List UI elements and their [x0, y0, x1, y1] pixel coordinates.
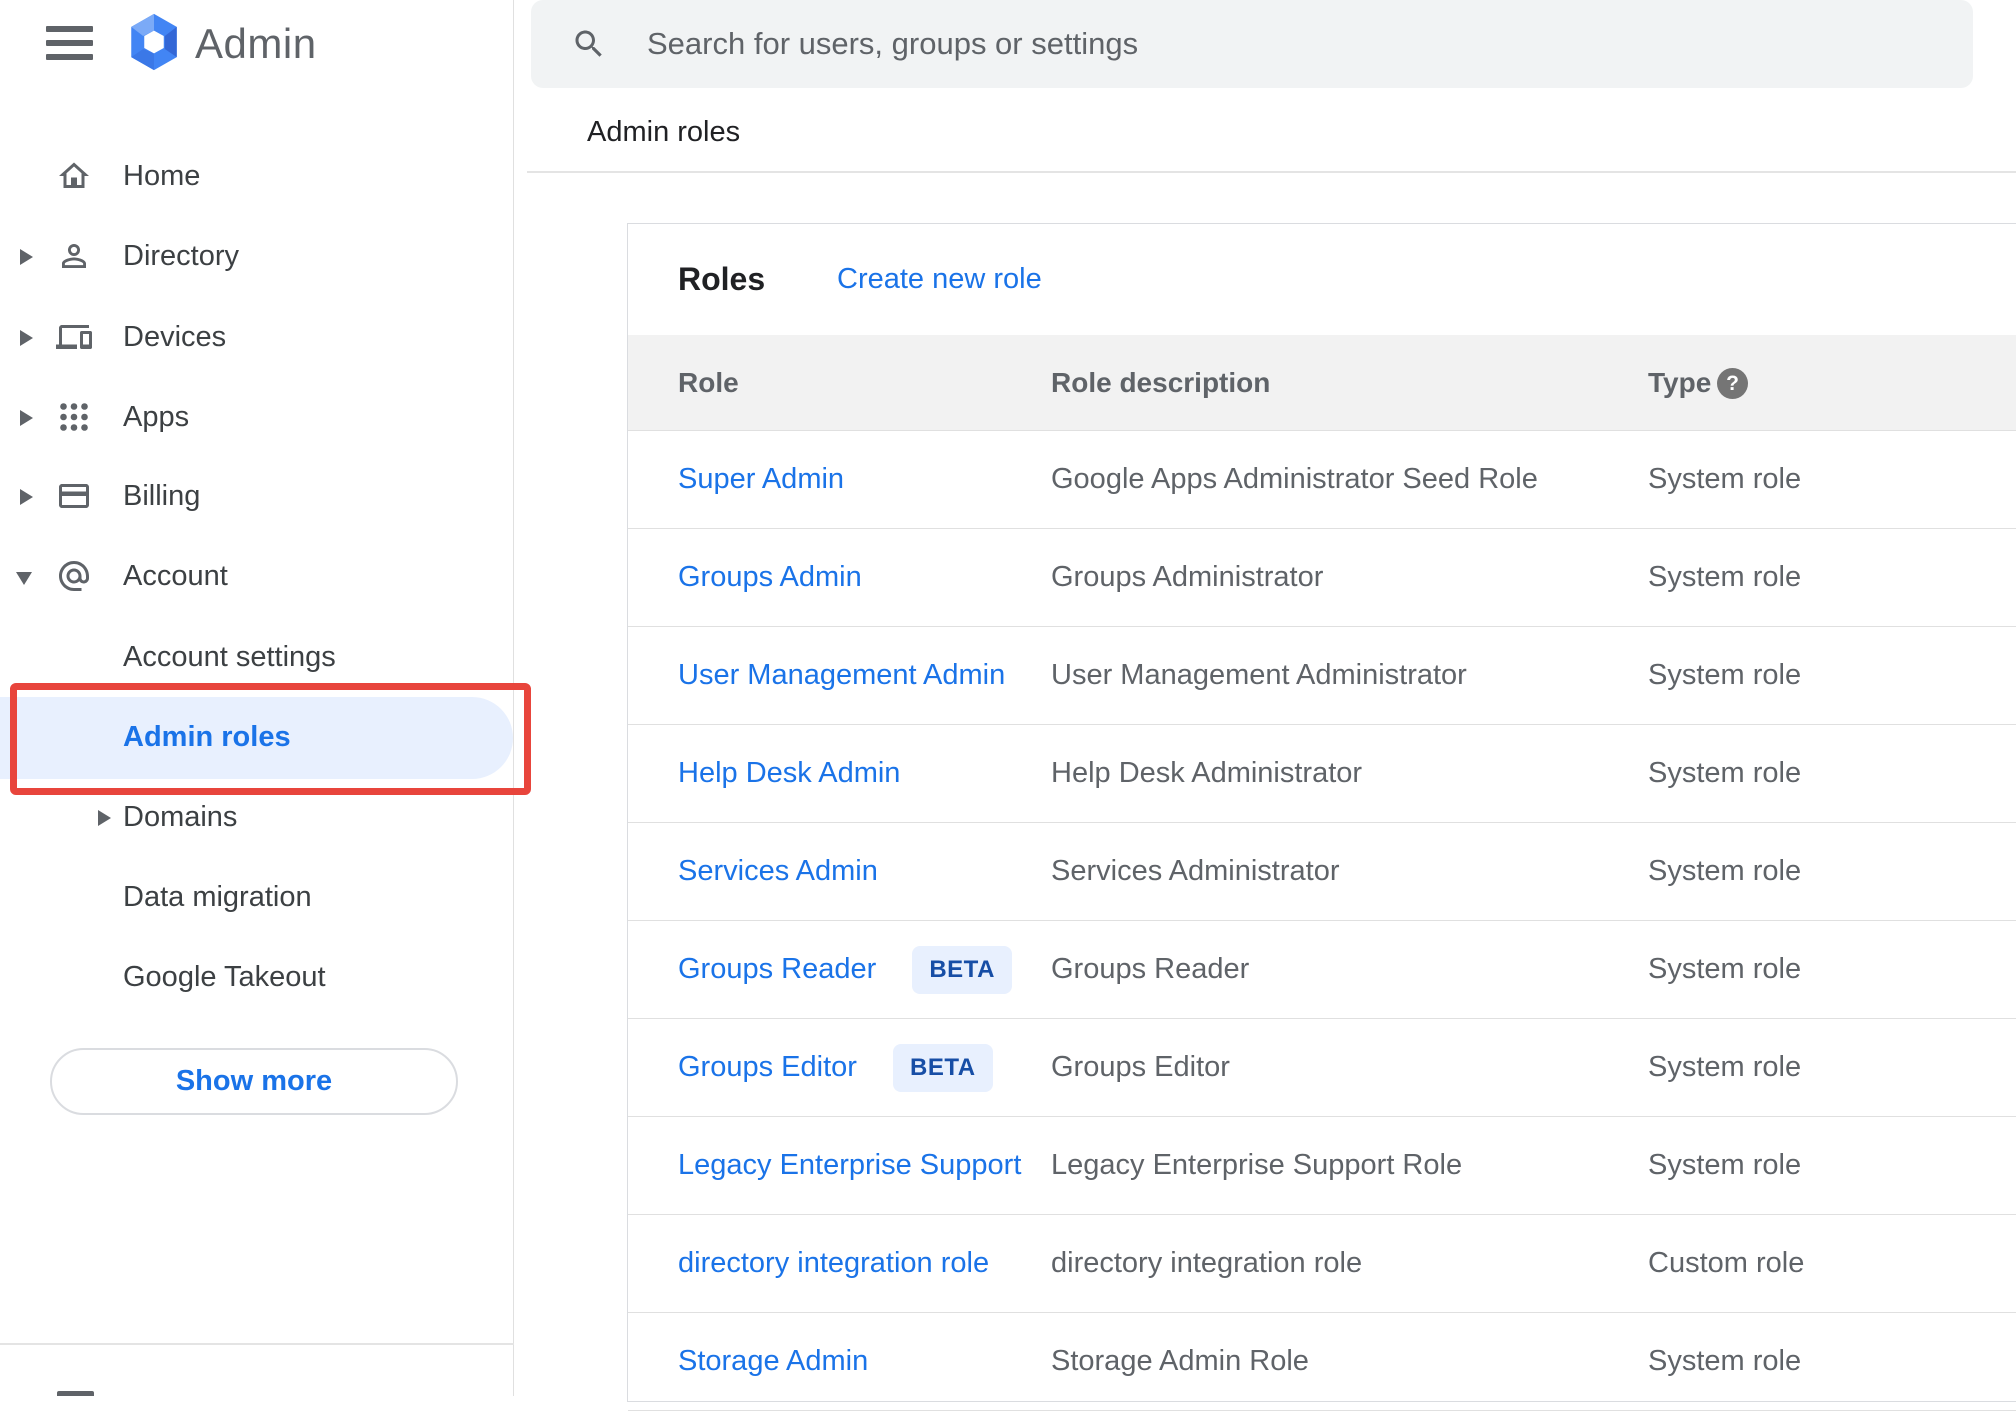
expand-right-icon[interactable] — [98, 810, 111, 826]
sidebar-item-label: Devices — [123, 297, 226, 377]
sidebar-item-label: Google Takeout — [123, 937, 326, 1017]
table-row: Groups Admin Groups Administrator System… — [628, 529, 2016, 627]
role-description: Groups Reader — [1051, 921, 1249, 1018]
role-link[interactable]: User Management Admin — [678, 659, 1005, 691]
sidebar-item-account[interactable]: Account — [0, 536, 514, 616]
expand-right-icon[interactable] — [20, 489, 33, 505]
table-row: Groups Editor BETA Groups Editor System … — [628, 1019, 2016, 1117]
person-icon — [56, 238, 92, 274]
admin-logo-icon — [128, 12, 180, 72]
role-link[interactable]: directory integration role — [678, 1247, 989, 1279]
sidebar-item-google-takeout[interactable]: Google Takeout — [0, 937, 514, 1017]
search-bar[interactable]: Search for users, groups or settings — [531, 0, 1973, 88]
table-row: Help Desk Admin Help Desk Administrator … — [628, 725, 2016, 823]
at-icon — [56, 558, 92, 594]
sidebar-item-label: Billing — [123, 456, 200, 536]
table-row: Storage Admin Storage Admin Role System … — [628, 1313, 2016, 1411]
role-type: System role — [1648, 725, 1801, 822]
expand-down-icon[interactable] — [16, 572, 32, 585]
beta-badge: BETA — [893, 1044, 993, 1092]
role-link[interactable]: Groups Admin — [678, 561, 862, 593]
partial-bottom-icon — [57, 1391, 94, 1396]
sidebar-item-data-migration[interactable]: Data migration — [0, 857, 514, 937]
sidebar-item-label: Home — [123, 136, 200, 216]
role-type: System role — [1648, 921, 1801, 1018]
column-header-role: Role — [678, 335, 739, 431]
sidebar-item-label: Data migration — [123, 857, 312, 937]
role-description: Groups Editor — [1051, 1019, 1230, 1116]
role-link[interactable]: Super Admin — [678, 463, 844, 495]
role-type: System role — [1648, 1117, 1801, 1214]
card-title: Roles — [678, 224, 765, 335]
show-more-button[interactable]: Show more — [50, 1048, 458, 1115]
card-header: Roles Create new role — [628, 224, 2016, 335]
roles-card: Roles Create new role Role Role descript… — [627, 223, 2016, 1402]
table-row: Legacy Enterprise Support Legacy Enterpr… — [628, 1117, 2016, 1215]
menu-hamburger-icon[interactable] — [46, 26, 93, 62]
role-description: Legacy Enterprise Support Role — [1051, 1117, 1462, 1214]
roles-table-body: Super Admin Google Apps Administrator Se… — [628, 431, 2016, 1411]
credit-card-icon — [56, 478, 92, 514]
role-link[interactable]: Legacy Enterprise Support — [678, 1149, 1021, 1181]
devices-icon — [56, 319, 92, 355]
sidebar-item-label: Directory — [123, 216, 239, 296]
role-type: System role — [1648, 1313, 1801, 1410]
role-link[interactable]: Help Desk Admin — [678, 757, 900, 789]
role-type: System role — [1648, 529, 1801, 626]
table-row: Services Admin Services Administrator Sy… — [628, 823, 2016, 921]
role-link[interactable]: Services Admin — [678, 855, 878, 887]
role-link[interactable]: Groups Editor — [678, 1051, 857, 1083]
help-icon[interactable]: ? — [1717, 368, 1748, 399]
content-divider — [527, 171, 2016, 173]
role-type: System role — [1648, 823, 1801, 920]
role-type: System role — [1648, 627, 1801, 724]
role-description: Services Administrator — [1051, 823, 1340, 920]
role-description: Groups Administrator — [1051, 529, 1323, 626]
role-type: Custom role — [1648, 1215, 1804, 1312]
column-header-type: Type — [1648, 335, 1711, 431]
beta-badge: BETA — [912, 946, 1012, 994]
sidebar-item-devices[interactable]: Devices — [0, 297, 514, 377]
table-row: Super Admin Google Apps Administrator Se… — [628, 431, 2016, 529]
sidebar-item-billing[interactable]: Billing — [0, 456, 514, 536]
role-description: Help Desk Administrator — [1051, 725, 1362, 822]
table-row: directory integration role directory int… — [628, 1215, 2016, 1313]
expand-right-icon[interactable] — [20, 410, 33, 426]
expand-right-icon[interactable] — [20, 249, 33, 265]
sidebar-bottom-divider — [0, 1343, 514, 1345]
role-link[interactable]: Groups Reader — [678, 953, 876, 985]
role-type: System role — [1648, 1019, 1801, 1116]
expand-right-icon[interactable] — [20, 330, 33, 346]
annotation-highlight-box — [10, 683, 531, 795]
role-description: Google Apps Administrator Seed Role — [1051, 431, 1538, 528]
breadcrumb: Admin roles — [587, 116, 740, 149]
sidebar-item-label: Account — [123, 536, 228, 616]
role-description: User Management Administrator — [1051, 627, 1467, 724]
role-link[interactable]: Storage Admin — [678, 1345, 868, 1377]
role-description: Storage Admin Role — [1051, 1313, 1309, 1410]
role-type: System role — [1648, 431, 1801, 528]
column-header-description: Role description — [1051, 335, 1270, 431]
app-title: Admin — [195, 20, 317, 68]
create-new-role-link[interactable]: Create new role — [837, 224, 1042, 335]
search-icon — [571, 26, 607, 62]
home-icon — [56, 158, 92, 194]
sidebar-item-apps[interactable]: Apps — [0, 377, 514, 457]
sidebar-item-label: Apps — [123, 377, 189, 457]
table-header-row: Role Role description Type ? — [628, 335, 2016, 431]
role-description: directory integration role — [1051, 1215, 1362, 1312]
table-row: Groups Reader BETA Groups Reader System … — [628, 921, 2016, 1019]
search-input[interactable]: Search for users, groups or settings — [647, 0, 1138, 88]
apps-icon — [56, 399, 92, 435]
sidebar-item-home[interactable]: Home — [0, 136, 514, 216]
sidebar-item-directory[interactable]: Directory — [0, 216, 514, 296]
table-row: User Management Admin User Management Ad… — [628, 627, 2016, 725]
